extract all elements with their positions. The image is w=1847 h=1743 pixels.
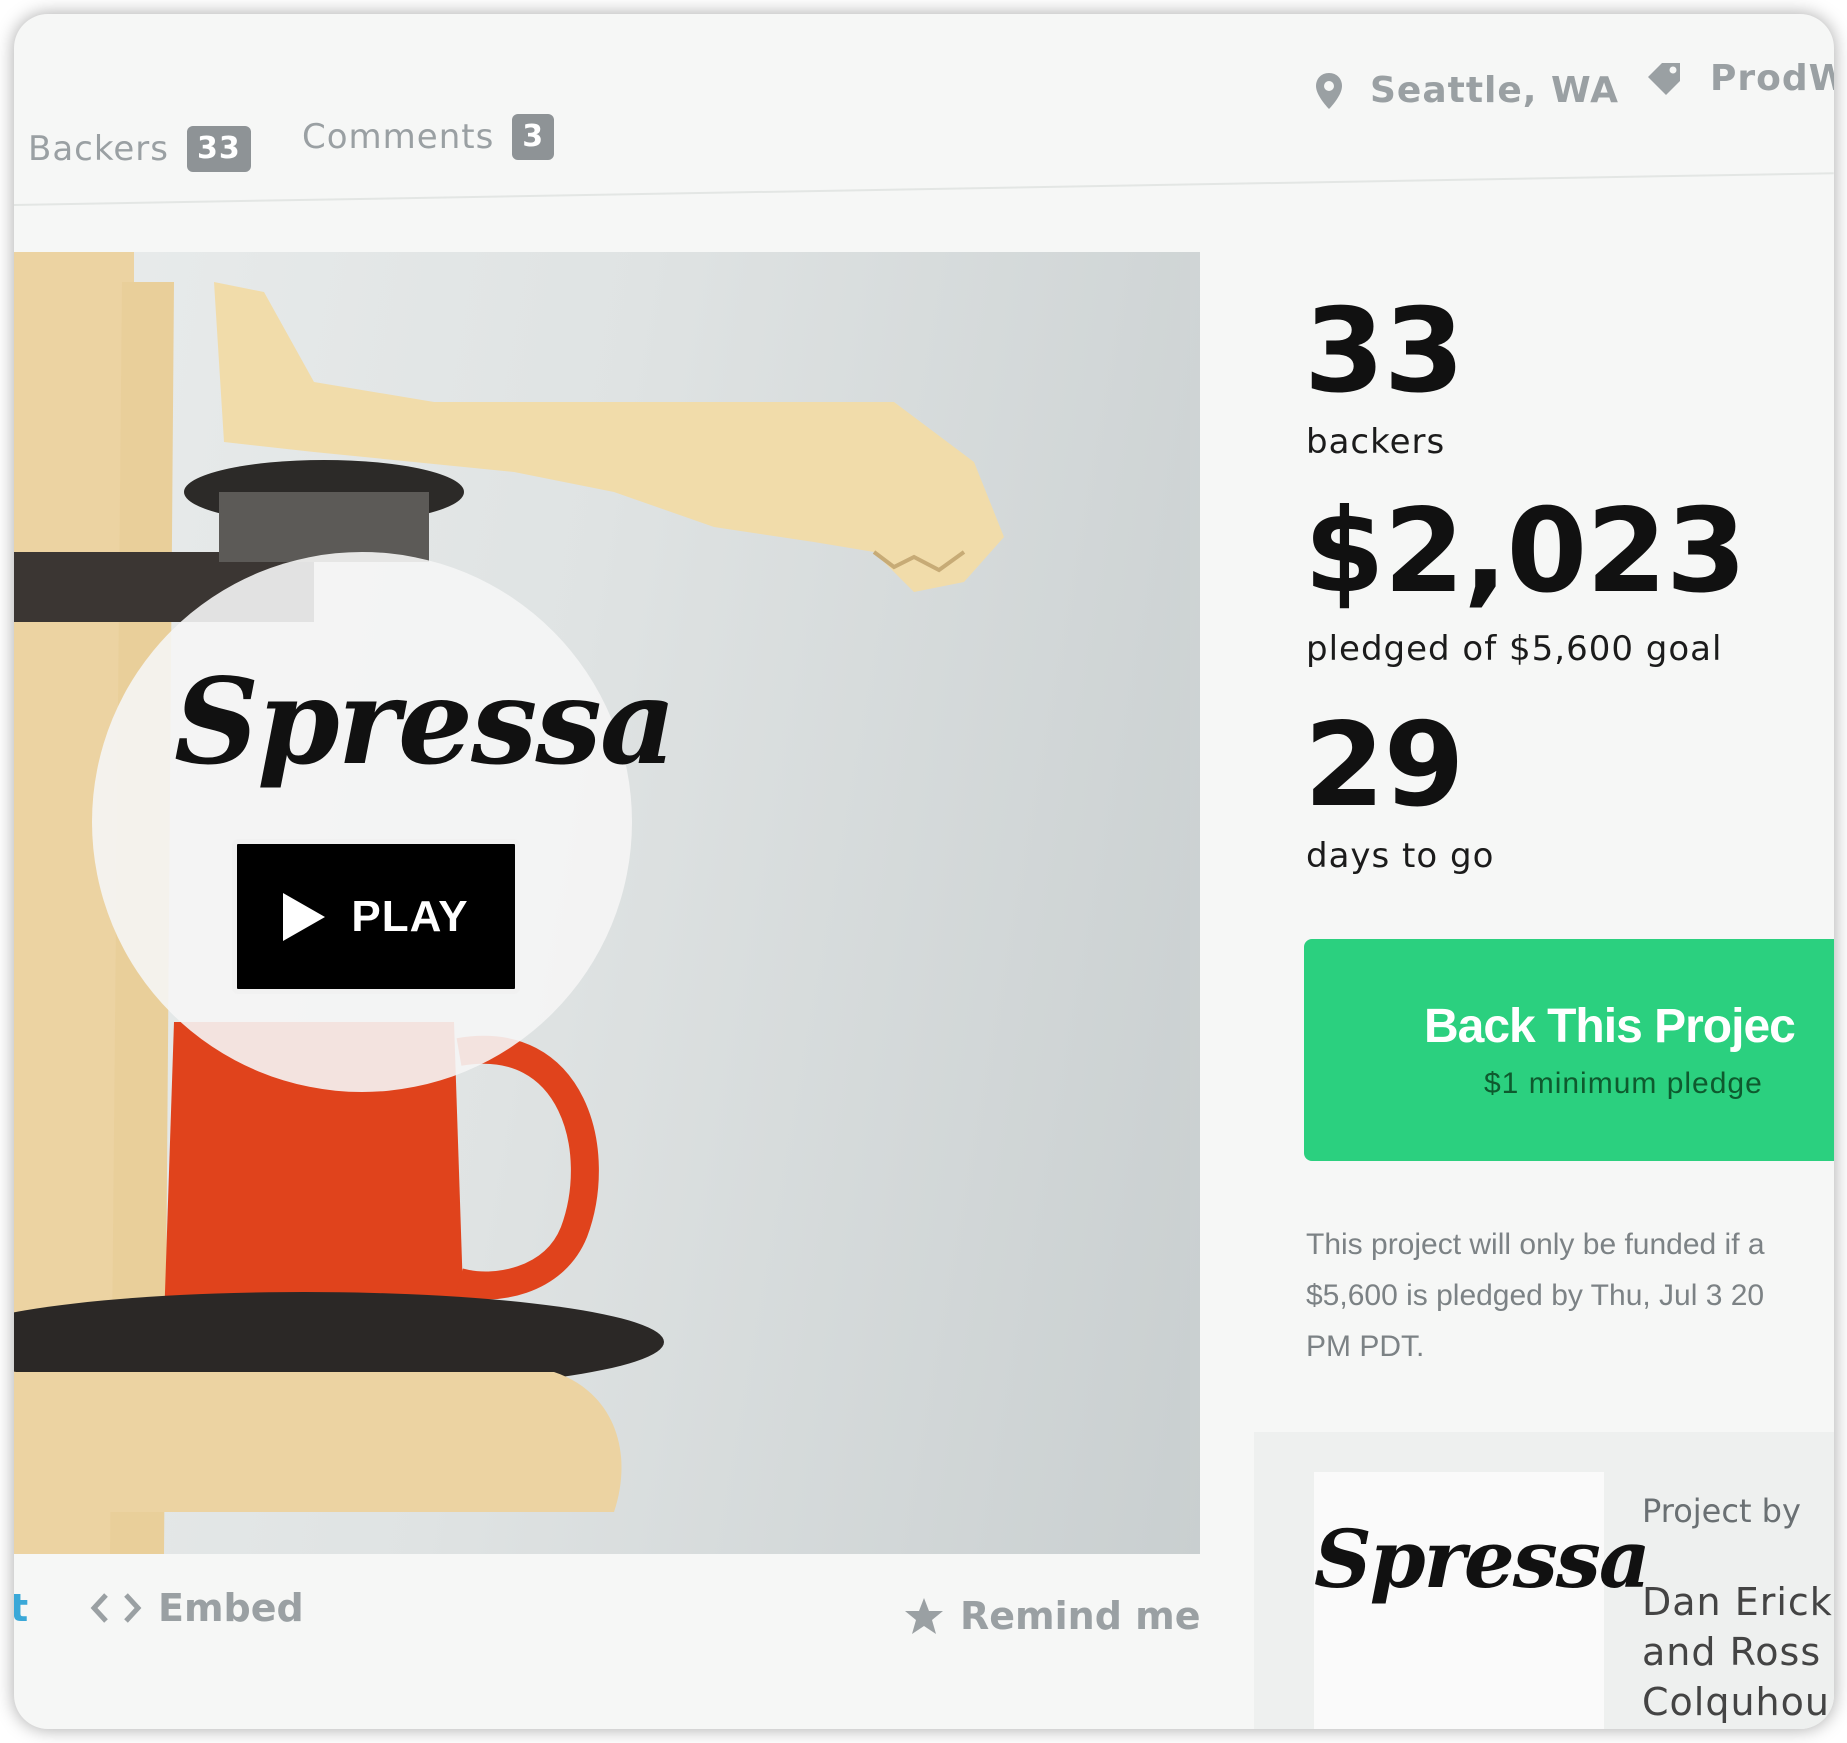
star-icon <box>905 1598 943 1634</box>
creator-name-line2[interactable]: and Ross <box>1642 1630 1821 1674</box>
project-by-label: Project by <box>1642 1492 1801 1530</box>
creator-avatar[interactable]: Spressa <box>1314 1472 1651 1729</box>
creator-name-line1[interactable]: Dan Ericks <box>1642 1580 1834 1624</box>
location-text: Seattle, WA <box>1370 70 1619 111</box>
back-button-label: Back This Projec <box>1424 1000 1796 1053</box>
comments-count-badge: 3 <box>512 114 555 160</box>
remind-me-label: Remind me <box>960 1594 1201 1638</box>
creator-card: Spressa Project by Dan Ericks and Ross C… <box>1254 1432 1834 1729</box>
back-this-project-button[interactable]: Back This Projec $1 minimum pledge <box>1304 939 1834 1161</box>
logo-circle <box>92 552 632 1092</box>
tab-backers-label: Backers <box>28 129 169 169</box>
funding-notice-line3: PM PDT. <box>1306 1330 1425 1363</box>
funding-notice-line1: This project will only be funded if a <box>1306 1228 1765 1261</box>
tab-comments[interactable]: Comments 3 <box>302 114 555 160</box>
video-logo-text: Spressa <box>174 652 676 791</box>
screen: Backers 33 Comments 3 Seattle, WA ProdW <box>14 14 1834 1729</box>
embed-label: Embed <box>158 1586 304 1630</box>
creator-name-line3[interactable]: Colquhou <box>1642 1680 1830 1724</box>
backers-count-badge: 33 <box>186 126 251 172</box>
share-link[interactable]: t <box>14 1586 28 1630</box>
location-link[interactable]: Seattle, WA <box>1314 70 1619 111</box>
tab-backers[interactable]: Backers 33 <box>28 126 251 172</box>
tag-icon <box>1648 62 1680 95</box>
funding-notice: This project will only be funded if a $5… <box>1306 1219 1834 1372</box>
backers-count: 33 <box>1304 284 1464 419</box>
embed-link[interactable]: Embed <box>90 1586 304 1630</box>
category-link[interactable]: ProdW <box>1644 58 1834 99</box>
minimum-pledge-label: $1 minimum pledge <box>1484 1067 1763 1100</box>
pledged-amount: $2,023 <box>1304 484 1747 619</box>
code-brackets-icon <box>90 1593 142 1623</box>
remind-me-button[interactable]: Remind me <box>904 1594 1201 1638</box>
tab-comments-label: Comments <box>302 117 495 157</box>
days-label: days to go <box>1306 836 1495 876</box>
project-video[interactable]: Spressa PLAY <box>14 252 1200 1554</box>
play-button[interactable]: PLAY <box>232 839 520 994</box>
map-pin-icon <box>1316 72 1342 109</box>
share-link-text: t <box>14 1586 29 1630</box>
nav-divider <box>14 172 1834 206</box>
backers-label: backers <box>1306 422 1446 462</box>
funding-notice-line2: $5,600 is pledged by Thu, Jul 3 20 <box>1306 1279 1765 1312</box>
creator-logo-text: Spressa <box>1314 1512 1651 1606</box>
play-icon <box>283 892 326 941</box>
days-remaining: 29 <box>1304 698 1464 833</box>
play-label: PLAY <box>351 891 469 941</box>
pledged-label: pledged of $5,600 goal <box>1306 629 1723 669</box>
category-text: ProdW <box>1710 58 1834 99</box>
